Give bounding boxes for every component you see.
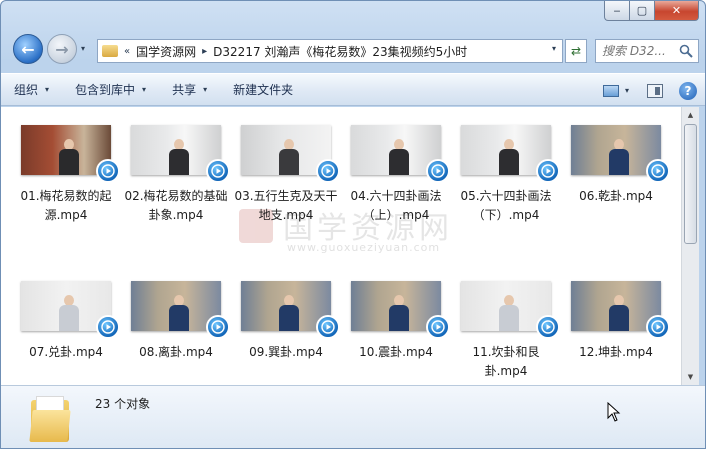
view-options-dropdown[interactable]: ▾ [625, 86, 629, 95]
minimize-button[interactable]: ‒ [604, 1, 630, 21]
maximize-button[interactable]: ▢ [630, 1, 655, 21]
video-file-icon [536, 315, 560, 339]
file-name: 07.兑卦.mp4 [29, 345, 103, 359]
file-name: 01.梅花易数的起源.mp4 [20, 189, 112, 222]
share-menu[interactable]: 共享 ▾ [159, 73, 220, 106]
folder-icon [29, 396, 71, 442]
vertical-scrollbar[interactable]: ▲ ▼ [681, 107, 699, 385]
address-dropdown-icon[interactable]: ▾ [552, 44, 556, 53]
change-view-icon[interactable] [602, 84, 619, 97]
maximize-icon: ▢ [636, 4, 648, 17]
video-file-icon [316, 159, 340, 183]
breadcrumb-overflow[interactable]: « [124, 46, 130, 57]
video-file-icon [96, 315, 120, 339]
video-file-icon [206, 159, 230, 183]
back-arrow-icon: ← [21, 39, 35, 59]
details-pane: 23 个对象 [1, 385, 705, 448]
file-name: 05.六十四卦画法（下）.mp4 [460, 189, 552, 222]
chevron-down-icon: ▾ [81, 44, 86, 53]
folder-icon [102, 45, 118, 57]
file-name: 06.乾卦.mp4 [579, 189, 653, 203]
breadcrumb-separator[interactable]: ▸ [202, 46, 207, 57]
include-in-library-label: 包含到库中 [75, 83, 136, 97]
search-input[interactable] [602, 41, 684, 61]
video-file-icon [646, 315, 670, 339]
scroll-up-button[interactable]: ▲ [682, 107, 699, 123]
file-list-area[interactable]: 国学资源网 www.guoxueziyuan.com 01.梅花易数的起源.mp… [1, 107, 689, 385]
preview-pane-icon[interactable] [647, 83, 663, 98]
file-name: 09.巽卦.mp4 [249, 345, 323, 359]
close-button[interactable]: ✕ [655, 1, 699, 21]
chevron-down-icon: ▾ [203, 85, 208, 94]
close-icon: ✕ [671, 4, 682, 17]
file-name: 12.坤卦.mp4 [579, 345, 653, 359]
scroll-down-button[interactable]: ▼ [682, 369, 699, 385]
search-icon[interactable] [679, 44, 693, 58]
share-label: 共享 [172, 83, 197, 97]
item-count: 23 个对象 [95, 397, 151, 411]
organize-label: 组织 [14, 83, 39, 97]
new-folder-label: 新建文件夹 [233, 83, 294, 97]
organize-menu[interactable]: 组织 ▾ [1, 73, 62, 106]
video-file-icon [536, 159, 560, 183]
help-icon[interactable]: ? [679, 81, 697, 100]
forward-arrow-icon: → [55, 39, 69, 59]
file-name: 10.震卦.mp4 [359, 345, 433, 359]
breadcrumb-item-guoxue[interactable]: 国学资源网 [136, 43, 196, 60]
video-file-icon [316, 315, 340, 339]
caption-buttons: ‒ ▢ ✕ [604, 1, 699, 21]
chevron-down-icon: ▾ [142, 85, 147, 94]
chevron-down-icon: ▾ [45, 85, 50, 94]
recent-pages-button[interactable]: ▾ [81, 44, 85, 53]
new-folder-button[interactable]: 新建文件夹 [220, 73, 306, 106]
mouse-cursor-icon [607, 402, 621, 422]
minimize-icon: ‒ [613, 4, 621, 17]
breadcrumb-item-current-folder[interactable]: D32217 刘瀚声《梅花易数》23集视频约5小时 [213, 43, 467, 60]
refresh-icon: ⇄ [570, 44, 582, 58]
refresh-button[interactable]: ⇄ [565, 39, 587, 63]
video-file-icon [426, 315, 450, 339]
file-name: 11.坎卦和艮卦.mp4 [472, 345, 540, 378]
video-file-icon [426, 159, 450, 183]
search-box[interactable] [595, 39, 699, 63]
video-file-icon [206, 315, 230, 339]
scroll-up-icon: ▲ [687, 111, 694, 119]
command-bar: 组织 ▾ 包含到库中 ▾ 共享 ▾ 新建文件夹 ▾ ? [1, 73, 705, 107]
navigation-bar: ← → ▾ « 国学资源网 ▸ D32217 刘瀚声《梅花易数》23集视频约5小… [1, 31, 705, 71]
video-file-icon [96, 159, 120, 183]
view-controls: ▾ ? [602, 74, 705, 107]
include-in-library-menu[interactable]: 包含到库中 ▾ [62, 73, 159, 106]
video-file-icon [646, 159, 670, 183]
scroll-thumb[interactable] [684, 124, 697, 244]
file-name: 03.五行生克及天干地支.mp4 [234, 189, 338, 222]
explorer-window: ‒ ▢ ✕ ← → ▾ « 国学资源网 ▸ D32217 刘瀚声《梅花易数》23… [0, 0, 706, 449]
file-name: 04.六十四卦画法（上）.mp4 [350, 189, 442, 222]
file-name: 08.离卦.mp4 [139, 345, 213, 359]
address-bar[interactable]: « 国学资源网 ▸ D32217 刘瀚声《梅花易数》23集视频约5小时 ▾ [97, 39, 563, 63]
scroll-down-icon: ▼ [687, 373, 694, 381]
back-button[interactable]: ← [13, 34, 43, 64]
forward-button[interactable]: → [47, 34, 77, 64]
file-name: 02.梅花易数的基础卦象.mp4 [124, 189, 228, 222]
watermark-url: www.guoxueziyuan.com [287, 241, 441, 254]
